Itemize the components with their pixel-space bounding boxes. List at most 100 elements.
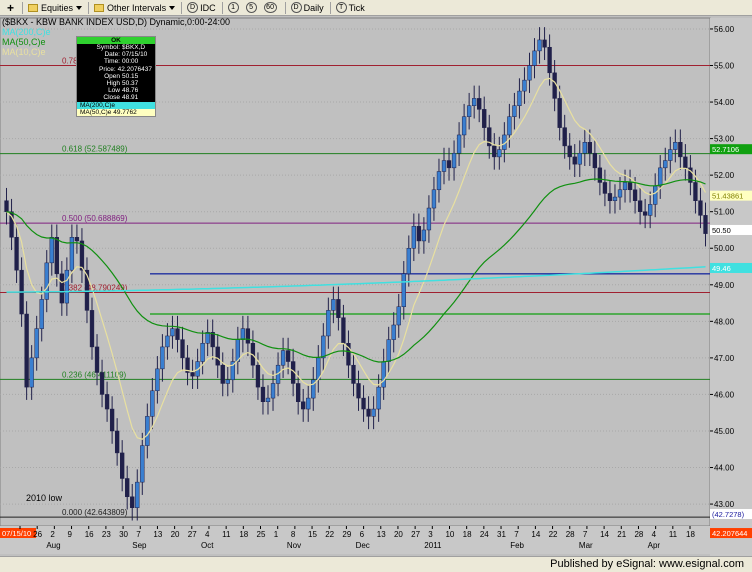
candle [497, 149, 502, 158]
legend-ma50: MA(50,C)e [2, 37, 46, 47]
candle [130, 496, 135, 508]
interval-5-button[interactable]: 5 [244, 1, 261, 15]
interval-daily-button[interactable]: D Daily [289, 1, 326, 15]
x-tick-label: 22 [549, 530, 558, 539]
candle [658, 167, 663, 187]
x-tick-label: 15 [308, 530, 317, 539]
start-date-label: 07/15/10 [2, 529, 31, 538]
x-tick-label: 9 [68, 530, 73, 539]
candle [683, 156, 688, 169]
interval-60-icon: 60 [263, 2, 277, 13]
candle [532, 50, 537, 66]
candle [406, 247, 411, 275]
plus-icon: + [7, 0, 15, 15]
candle [14, 237, 19, 271]
price-axis[interactable]: 56.00 55.00 54.00 53.00 52.00 51.00 50.00 49.00… [710, 18, 752, 556]
y-tick-label: 55.00 [714, 62, 735, 71]
data-window-ma50: MA(50,C)e 49.7762 [77, 108, 155, 116]
date-axis[interactable]: 07/15/10 26 2 9 16 23 30 7 13 20 27 4 11 18 25 1 8 15 22 29… [0, 526, 710, 554]
x-tick-label: 18 [686, 530, 695, 539]
fib-level-label: 0.000 (42.643809) [62, 508, 128, 517]
data-window-row: Open 50.15 [104, 72, 139, 80]
candle [64, 269, 70, 304]
chart-title: ($BKX - KBW BANK INDEX USD,D) Dynamic,0:… [2, 17, 231, 27]
candle [260, 386, 266, 402]
candle [160, 346, 165, 370]
candle [371, 408, 376, 417]
x-tick-label: 20 [394, 530, 403, 539]
x-tick-label: 7 [514, 530, 519, 539]
candle [421, 229, 427, 242]
x-tick-label: 25 [257, 530, 266, 539]
candle [321, 335, 326, 359]
candle [572, 156, 577, 165]
candle [562, 127, 567, 147]
symbol-box[interactable] [0, 1, 4, 15]
interval-tick-button[interactable]: T Tick [334, 1, 367, 15]
candle [617, 189, 623, 198]
month-label: Mar [579, 541, 593, 550]
x-tick-label: 2 [50, 530, 55, 539]
idc-icon: D [187, 2, 199, 13]
candle [341, 317, 346, 344]
interval-60-button[interactable]: 60 [262, 1, 281, 15]
add-button[interactable]: + [5, 1, 18, 15]
x-tick-label: 13 [153, 530, 162, 539]
candle [668, 149, 673, 161]
daily-icon: D [290, 2, 302, 13]
candle [245, 328, 251, 344]
candle [4, 200, 9, 212]
candle [200, 343, 205, 362]
y-tick-label: 43.00 [714, 500, 735, 509]
x-tick-label: 18 [239, 530, 248, 539]
candle [296, 383, 301, 402]
candle [542, 39, 547, 48]
candle [165, 335, 170, 348]
candle [361, 397, 366, 410]
x-tick-label: 7 [136, 530, 141, 539]
x-tick-label: 21 [617, 530, 626, 539]
other-intervals-dropdown[interactable]: Other Intervals [92, 1, 177, 15]
x-tick-label: 30 [119, 530, 128, 539]
interval-idc-button[interactable]: D IDC [185, 1, 218, 15]
candle [145, 416, 150, 446]
y-tick-label: 46.00 [714, 390, 735, 399]
folder-icon [94, 3, 105, 12]
interval-5-icon: 5 [245, 2, 257, 13]
data-window-row: Symbol: $BKX,D [96, 44, 146, 51]
data-window[interactable]: OK Symbol: $BKX,D Date: 07/15/10 Time: 00:0… [76, 36, 156, 117]
candle [637, 200, 643, 212]
x-tick-label: 31 [497, 530, 506, 539]
candle [180, 339, 185, 359]
candle [150, 390, 155, 417]
month-label: Sep [132, 541, 147, 550]
equities-dropdown[interactable]: Equities [26, 1, 84, 15]
candle [698, 200, 703, 216]
candle [39, 299, 44, 329]
candle [552, 72, 557, 99]
candle [547, 46, 552, 74]
data-window-ma200: MA(200,C)e [77, 101, 155, 109]
candle [678, 142, 683, 158]
x-tick-label: 28 [634, 530, 643, 539]
candle [366, 408, 371, 417]
candle [416, 226, 422, 242]
candle [94, 346, 100, 373]
divider [329, 1, 331, 14]
candle [477, 98, 482, 110]
candle [648, 204, 653, 216]
x-tick-label: 7 [583, 530, 588, 539]
data-window-row: Price: 42.2076437 [99, 65, 152, 73]
candle [451, 152, 457, 169]
data-window-row: Date: 07/15/10 [104, 51, 148, 59]
candle [125, 478, 130, 498]
divider [284, 1, 286, 14]
chevron-down-icon [76, 5, 83, 10]
candle [597, 167, 603, 183]
candle [592, 152, 598, 169]
candle [114, 430, 120, 454]
candle [632, 189, 638, 201]
price-tag-label: 42.207644 [712, 529, 747, 538]
x-tick-label: 27 [188, 530, 197, 539]
interval-1-button[interactable]: 1 [226, 1, 243, 15]
